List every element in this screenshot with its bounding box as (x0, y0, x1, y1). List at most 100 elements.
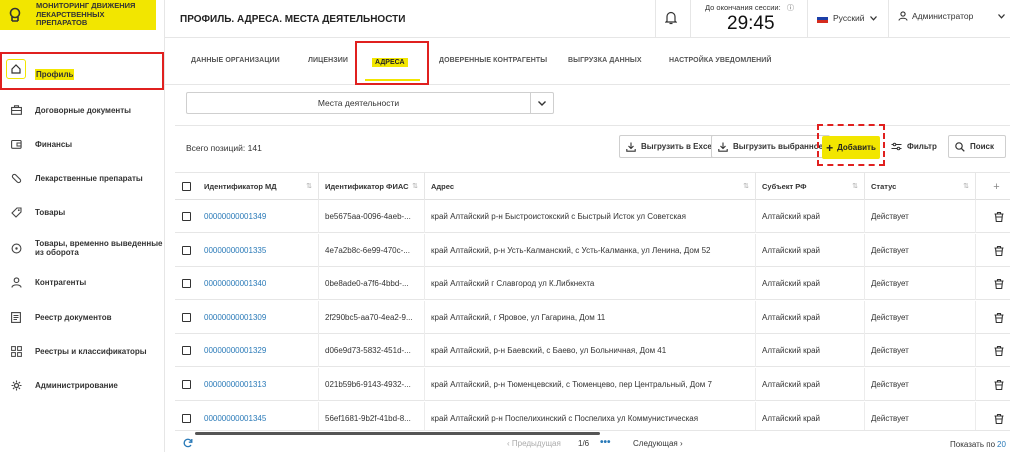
export-selected-label: Выгрузить выбранное (733, 142, 824, 151)
table-header: Идентификатор МД ⇅ Идентификатор ФИАС ⇅ Ад… (175, 172, 1010, 200)
row-checkbox[interactable] (182, 413, 191, 423)
tab-org-data[interactable]: ДАННЫЕ ОРГАНИЗАЦИИ (191, 57, 280, 64)
more-pages-button[interactable]: ••• (600, 437, 611, 448)
export-selected-button[interactable]: Выгрузить выбранное (711, 135, 831, 158)
delete-icon[interactable] (993, 278, 1005, 290)
delete-icon[interactable] (993, 413, 1005, 425)
row-checkbox[interactable] (182, 346, 191, 356)
column-header-status[interactable]: Статус ⇅ (865, 173, 976, 200)
sidebar-item-profile[interactable]: Профиль (0, 52, 164, 90)
user-menu[interactable]: Администратор (898, 11, 973, 21)
cell-md-id[interactable]: 00000000001349 (198, 200, 319, 233)
chevron-down-icon (538, 100, 546, 106)
sort-icon[interactable]: ⇅ (306, 173, 312, 200)
bell-icon[interactable] (665, 11, 677, 25)
column-header-md-id[interactable]: Идентификатор МД ⇅ (198, 173, 319, 200)
sidebar-item-label: Реестры и классификаторы (35, 347, 147, 356)
export-excel-button[interactable]: Выгрузить в Excel (619, 135, 722, 158)
cell-md-id[interactable]: 00000000001335 (198, 233, 319, 267)
home-icon (6, 59, 26, 79)
table-row[interactable]: 00000000001313 021b59b6-9143-4932-... край… (175, 368, 1010, 401)
sidebar-item-document-registry[interactable]: Реестр документов (0, 301, 164, 333)
table-row[interactable]: 00000000001349 be5675aa-0096-4aeb-... край… (175, 200, 1010, 233)
row-checkbox[interactable] (182, 380, 191, 389)
sidebar-item-finance[interactable]: Финансы (0, 128, 164, 160)
cell-fias-id: 021b59b6-9143-4932-... (319, 368, 425, 401)
select-all-checkbox[interactable] (182, 182, 191, 191)
row-checkbox[interactable] (182, 245, 191, 255)
row-checkbox[interactable] (182, 279, 191, 289)
logo-line-2: ЛЕКАРСТВЕННЫХ ПРЕПАРАТОВ (36, 9, 105, 28)
add-button[interactable]: + Добавить (822, 136, 880, 159)
sidebar-item-contracts[interactable]: Договорные документы (0, 94, 164, 126)
sidebar-item-admin[interactable]: Администрирование (0, 369, 164, 401)
tab-addresses-label: АДРЕСА (372, 58, 408, 67)
add-label: Добавить (837, 143, 876, 152)
pill-icon (8, 170, 24, 186)
delete-icon[interactable] (993, 312, 1005, 324)
tab-data-export[interactable]: ВЫГРУЗКА ДАННЫХ (568, 57, 642, 64)
cell-md-id[interactable]: 00000000001340 (198, 267, 319, 301)
person-icon (8, 274, 24, 290)
delete-icon[interactable] (993, 379, 1005, 391)
sidebar-item-label: Профиль (35, 69, 75, 80)
prev-page-button[interactable]: ‹ Предыдущая (507, 439, 561, 448)
column-header-label: Идентификатор ФИАС (325, 182, 409, 191)
select-toggle[interactable] (530, 93, 553, 113)
column-header-label: Идентификатор МД (204, 182, 277, 191)
next-page-button[interactable]: Следующая › (633, 439, 683, 448)
filter-label: Фильтр (907, 142, 937, 151)
cell-address: край Алтайский, г Яровое, ул Гагарина, Д… (425, 300, 756, 334)
download-icon (626, 142, 636, 152)
search-button[interactable]: Поиск (948, 135, 1006, 158)
page-size-select[interactable]: 20 (997, 440, 1006, 449)
sort-icon[interactable]: ⇅ (743, 173, 749, 200)
horizontal-scrollbar[interactable] (195, 432, 600, 435)
cell-address: край Алтайский, р-н Баевский, с Баево, у… (425, 334, 756, 368)
delete-icon[interactable] (993, 245, 1005, 257)
sort-icon[interactable]: ⇅ (412, 173, 418, 200)
delete-icon[interactable] (993, 345, 1005, 357)
table-row[interactable]: 00000000001329 d06e9d73-5832-451d-... край… (175, 334, 1010, 368)
cell-address: край Алтайский, р-н Тюменцевский, с Тюме… (425, 368, 756, 401)
sidebar-item-registries[interactable]: Реестры и классификаторы (0, 335, 164, 367)
sort-icon[interactable]: ⇅ (963, 173, 969, 200)
table-row[interactable]: 00000000001335 4e7a2b8c-6e99-470c-... край… (175, 233, 1010, 267)
cell-status: Действует (865, 233, 976, 267)
tab-addresses[interactable]: АДРЕСА (355, 41, 429, 85)
column-header-fias-id[interactable]: Идентификатор ФИАС ⇅ (319, 173, 425, 200)
logo-icon (9, 7, 21, 22)
table-row[interactable]: 00000000001340 0be8ade0-a7f6-4bbd-... край… (175, 267, 1010, 301)
tab-notification-settings[interactable]: НАСТРОЙКА УВЕДОМЛЕНИЙ (669, 57, 772, 64)
row-checkbox[interactable] (182, 312, 191, 322)
sidebar-item-drugs[interactable]: Лекарственные препараты (0, 162, 164, 194)
app-logo[interactable]: МОНИТОРИНГ ДВИЖЕНИЯ ЛЕКАРСТВЕННЫХ ПРЕПАР… (0, 0, 156, 30)
top-header: ПРОФИЛЬ. АДРЕСА. МЕСТА ДЕЯТЕЛЬНОСТИ До о… (165, 0, 1010, 38)
cell-md-id[interactable]: 00000000001309 (198, 300, 319, 334)
sort-icon[interactable]: ⇅ (852, 173, 858, 200)
column-header-region[interactable]: Субъект РФ ⇅ (756, 173, 865, 200)
language-select[interactable]: Русский (817, 13, 877, 23)
add-column-icon[interactable]: + (983, 173, 1010, 200)
chevron-down-icon[interactable] (998, 14, 1005, 19)
column-header-address[interactable]: Адрес ⇅ (425, 173, 756, 200)
address-type-select[interactable]: Места деятельности (186, 92, 554, 114)
sidebar-item-withdrawn-goods[interactable]: Товары, временно выведенные из оборота (0, 232, 164, 266)
filter-button[interactable]: Фильтр (885, 135, 943, 158)
table-row[interactable]: 00000000001309 2f290bc5-aa70-4ea2-9... кра… (175, 300, 1010, 334)
cell-md-id[interactable]: 00000000001313 (198, 368, 319, 401)
tab-licenses[interactable]: ЛИЦЕНЗИИ (308, 57, 348, 64)
delete-icon[interactable] (993, 211, 1005, 223)
row-checkbox[interactable] (182, 212, 191, 221)
refresh-icon[interactable] (183, 438, 193, 448)
sidebar-item-counterparties[interactable]: Контрагенты (0, 266, 164, 298)
tab-active-underline (365, 79, 420, 81)
cell-md-id[interactable]: 00000000001329 (198, 334, 319, 368)
cell-status: Действует (865, 300, 976, 334)
tab-trusted-counterparties[interactable]: ДОВЕРЕННЫЕ КОНТРАГЕНТЫ (439, 57, 547, 64)
cell-region: Алтайский край (756, 368, 865, 401)
sidebar-item-goods[interactable]: Товары (0, 196, 164, 228)
cell-region: Алтайский край (756, 300, 865, 334)
info-icon[interactable]: ⓘ (787, 3, 794, 13)
logo-text: МОНИТОРИНГ ДВИЖЕНИЯ ЛЕКАРСТВЕННЫХ ПРЕПАР… (36, 2, 156, 28)
